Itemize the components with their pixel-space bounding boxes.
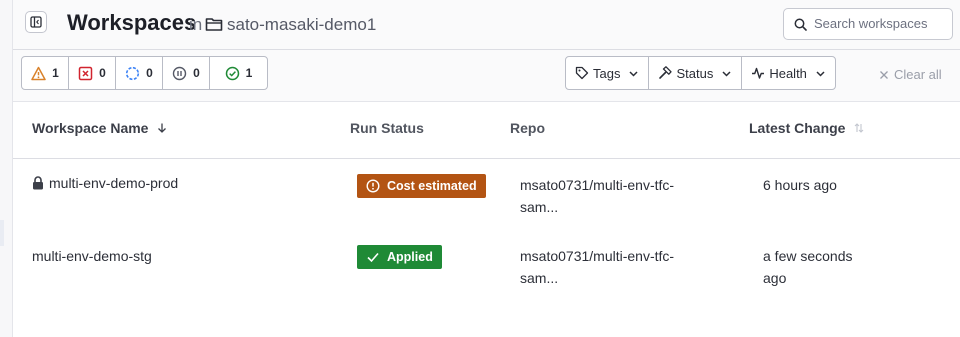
workspace-name: multi-env-demo-prod [49, 175, 179, 191]
workspace-name-cell[interactable]: multi-env-demo-prod [32, 172, 178, 194]
repo-text-continued: sam... [520, 199, 559, 215]
checkmark-icon [367, 252, 379, 263]
status-badge: Cost estimated [357, 174, 486, 198]
table-header: Workspace Name Run Status Repo Latest Ch… [13, 102, 960, 159]
sort-icon [855, 123, 864, 133]
search-icon [794, 18, 807, 31]
page-header: Workspaces in sato-masaki-demo1 [13, 0, 960, 50]
latest-change-text: 6 hours ago [763, 177, 837, 193]
chevron-down-icon [629, 70, 638, 77]
status-dropdown[interactable]: Status [649, 57, 743, 89]
left-rail [0, 0, 13, 337]
title-in-label: in [189, 15, 203, 34]
repo-cell[interactable]: msato0731/multi-env-tfc- sam... [520, 174, 674, 218]
chevron-down-icon [816, 70, 825, 77]
collapse-sidebar-button[interactable] [25, 11, 47, 33]
paused-count: 0 [193, 66, 200, 80]
tags-dropdown[interactable]: Tags [566, 57, 650, 89]
column-label-repo: Repo [510, 120, 545, 136]
latest-change-text-continued: ago [763, 270, 787, 286]
chevron-down-icon [722, 70, 731, 77]
page-title: Workspaces [67, 10, 197, 35]
repo-text: msato0731/multi-env-tfc- [520, 177, 675, 193]
column-label-run-status: Run Status [350, 120, 424, 136]
organization-link[interactable]: sato-masaki-demo1 [227, 15, 376, 35]
repo-text: msato0731/multi-env-tfc- [520, 248, 675, 264]
running-count: 0 [146, 66, 153, 80]
search-input[interactable] [814, 16, 949, 31]
status-filter-running[interactable]: 0 [116, 57, 163, 89]
pulse-icon [752, 67, 765, 79]
repo-cell[interactable]: msato0731/multi-env-tfc- sam... [520, 245, 674, 289]
table-row[interactable]: multi-env-demo-prod Cost estimated msato… [13, 160, 960, 230]
status-filter-warnings[interactable]: 1 [22, 57, 69, 89]
health-dropdown[interactable]: Health [742, 57, 835, 89]
status-badge-label: Cost estimated [387, 179, 477, 193]
health-label: Health [769, 65, 807, 81]
column-header-run-status: Run Status [350, 120, 424, 136]
status-filter-errors[interactable]: 0 [69, 57, 116, 89]
latest-change-cell: a few seconds ago [763, 245, 853, 289]
close-icon [880, 70, 888, 79]
clear-all-label: Clear all [894, 67, 942, 82]
table-row[interactable]: multi-env-demo-stg Applied msato0731/mul… [13, 233, 960, 303]
status-badge: Applied [357, 245, 442, 269]
hammer-icon [659, 66, 673, 79]
workspace-name: multi-env-demo-stg [32, 248, 152, 264]
error-icon [78, 66, 93, 80]
filter-bar: 1 0 0 0 1 Tags Status Health Clear all [13, 50, 960, 102]
sidebar-collapse-icon [30, 16, 42, 28]
status-label: Status [676, 65, 714, 81]
check-circle-icon [225, 66, 239, 80]
success-count: 1 [245, 66, 253, 80]
latest-change-text: a few seconds [763, 248, 853, 264]
rail-highlight [0, 220, 4, 246]
column-label-latest-change: Latest Change [749, 120, 846, 136]
status-badge-label: Applied [387, 250, 433, 264]
status-filter-success[interactable]: 1 [210, 57, 267, 89]
errors-count: 0 [99, 66, 106, 80]
tag-icon [575, 66, 589, 80]
clear-all-button[interactable]: Clear all [879, 67, 942, 82]
status-filter-paused[interactable]: 0 [163, 57, 210, 89]
column-header-latest-change[interactable]: Latest Change [749, 120, 865, 136]
status-filter-group: 1 0 0 0 1 [21, 56, 268, 90]
column-header-repo: Repo [510, 120, 545, 136]
repo-text-continued: sam... [520, 270, 559, 286]
running-icon [126, 66, 140, 80]
warning-icon [31, 66, 46, 80]
tags-label: Tags [593, 65, 621, 81]
alert-circle-icon [366, 179, 380, 193]
workspace-name-cell[interactable]: multi-env-demo-stg [32, 245, 152, 267]
latest-change-cell: 6 hours ago [763, 174, 837, 196]
lock-icon [33, 176, 43, 190]
search-workspaces[interactable] [783, 8, 953, 40]
warnings-count: 1 [52, 66, 59, 80]
paused-icon [172, 66, 187, 80]
column-header-workspace-name[interactable]: Workspace Name [32, 120, 168, 136]
arrow-down-icon [158, 123, 167, 133]
folder-icon [205, 18, 223, 31]
dropdown-filter-group: Tags Status Health [565, 56, 836, 90]
column-label-name: Workspace Name [32, 120, 149, 136]
